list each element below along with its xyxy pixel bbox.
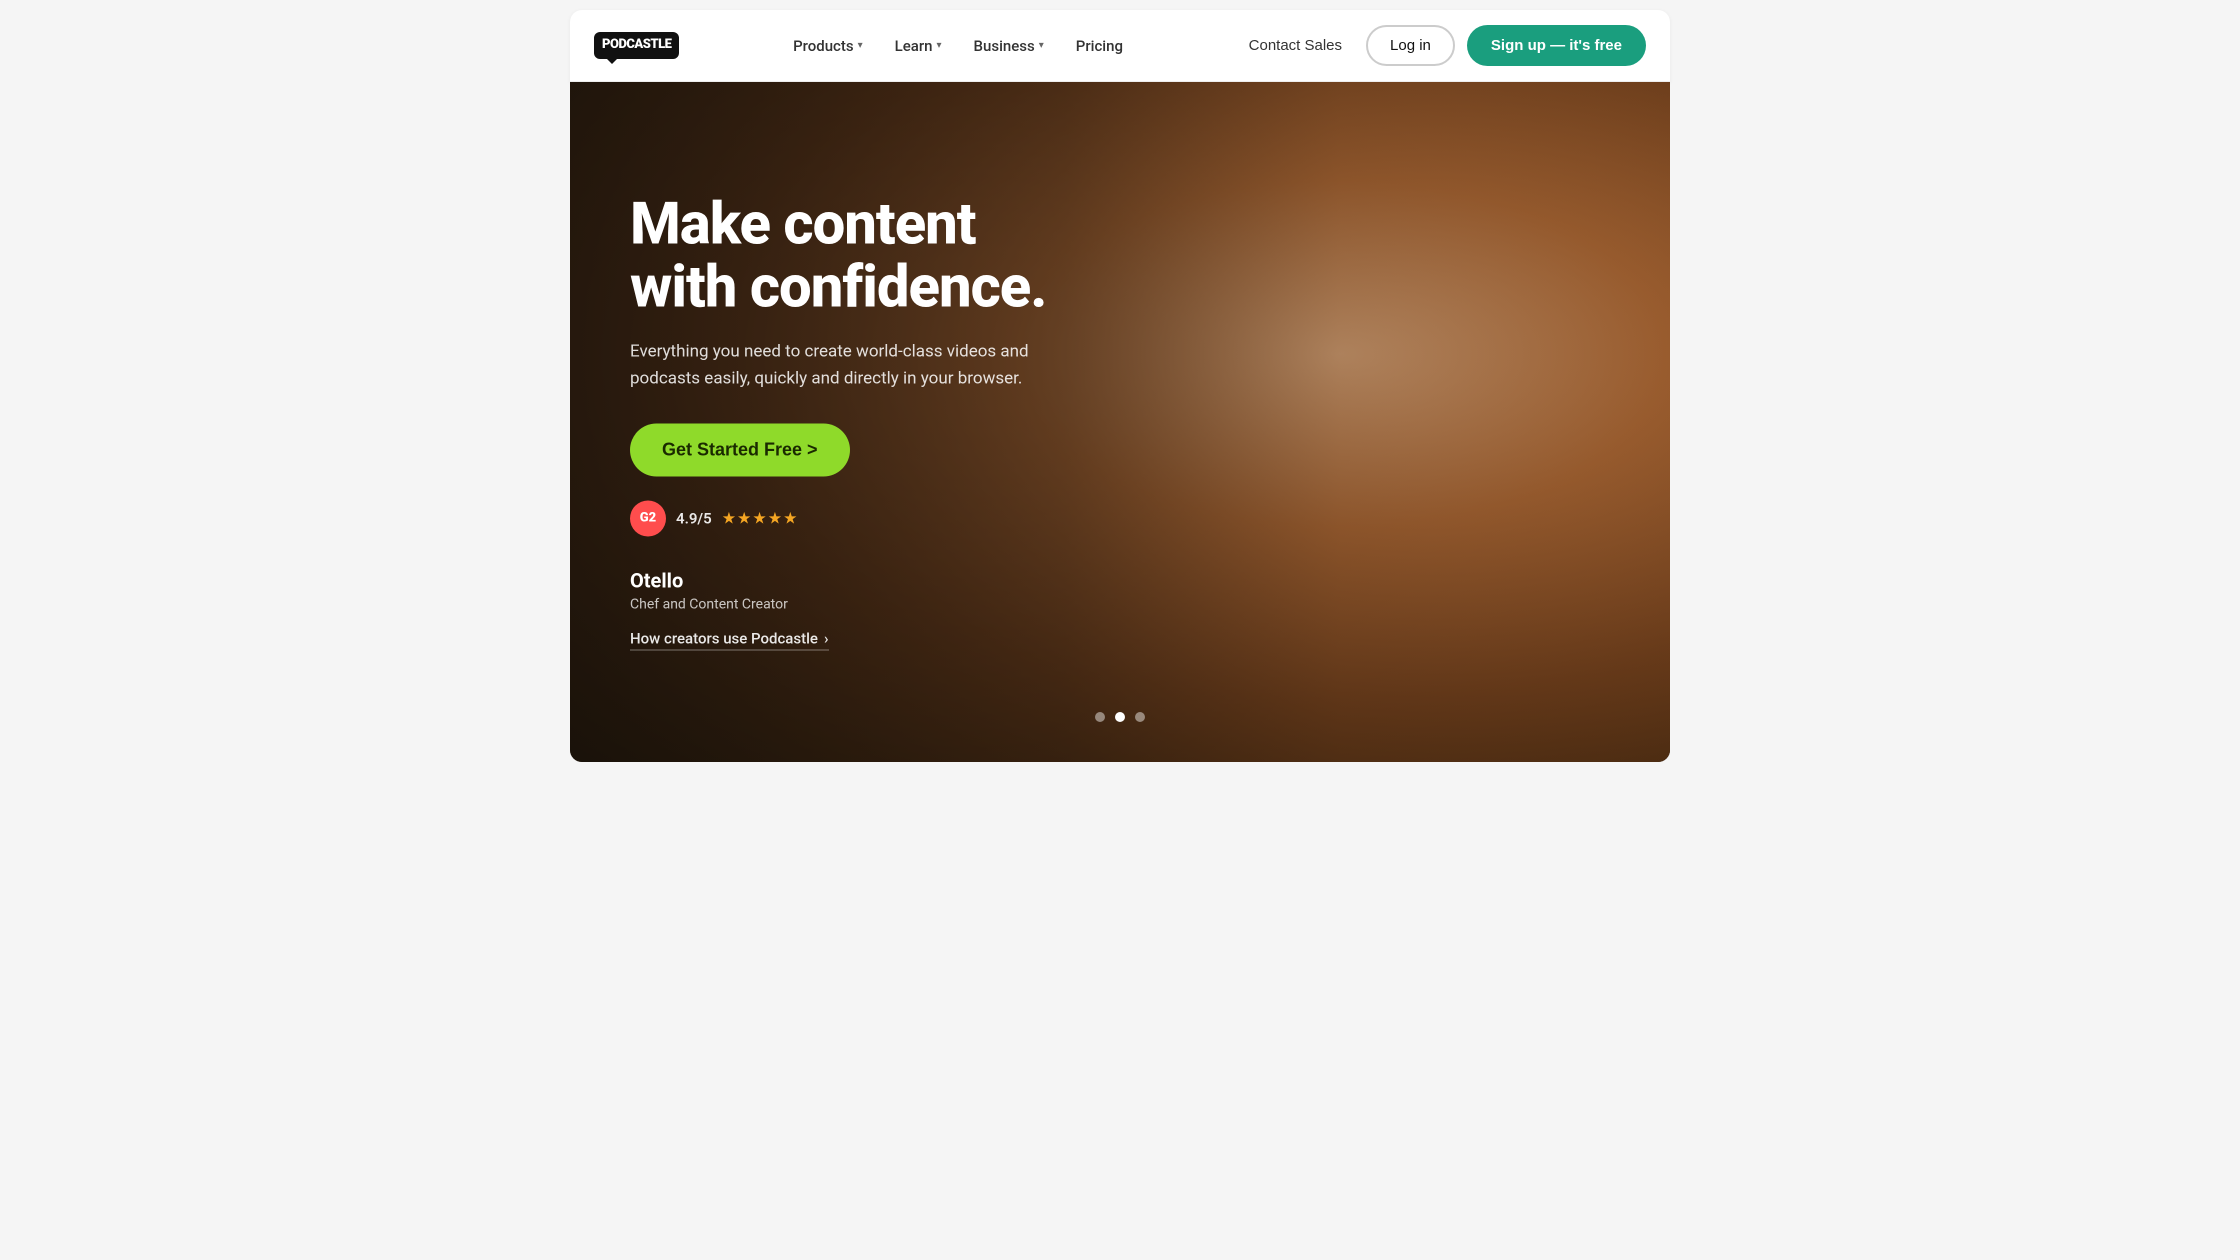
logo[interactable]: PODCASTLE [594, 32, 679, 58]
nav-label-pricing: Pricing [1076, 37, 1123, 55]
signup-button[interactable]: Sign up — it's free [1467, 25, 1646, 66]
nav-actions: Contact Sales Log in Sign up — it's free [1237, 25, 1646, 66]
nav-link-business[interactable]: Business ▾ [960, 29, 1058, 63]
chevron-down-icon: ▾ [1039, 40, 1044, 51]
chevron-down-icon: ▾ [858, 40, 863, 51]
rating-score: 4.9/5 [676, 509, 712, 527]
logo-text: PODCASTLE [602, 37, 671, 52]
nav-label-learn: Learn [895, 37, 933, 55]
arrow-right-icon: › [824, 629, 829, 647]
creators-link[interactable]: How creators use Podcastle › [630, 629, 829, 650]
chevron-down-icon: ▾ [937, 40, 942, 51]
creators-link-text: How creators use Podcastle [630, 629, 818, 647]
nav-item-products[interactable]: Products ▾ [779, 29, 877, 63]
testimonial-role: Chef and Content Creator [630, 596, 1070, 612]
hero-headline: Make content with confidence. [630, 194, 1070, 319]
rating-row: G2 4.9/5 ★★★★★ [630, 500, 1070, 536]
carousel-dot-1[interactable] [1095, 712, 1105, 722]
contact-sales-button[interactable]: Contact Sales [1237, 29, 1354, 62]
hero-headline-line2: with confidence. [630, 253, 1046, 321]
hero-headline-line1: Make content [630, 191, 976, 259]
nav-label-products: Products [793, 37, 854, 55]
get-started-button[interactable]: Get Started Free > [630, 423, 850, 476]
nav-menu: Products ▾ Learn ▾ Business ▾ Pricing [779, 29, 1137, 63]
carousel-dot-3[interactable] [1135, 712, 1145, 722]
nav-item-learn[interactable]: Learn ▾ [881, 29, 956, 63]
testimonial-name: Otello [630, 568, 1070, 592]
hero-content: Make content with confidence. Everything… [630, 194, 1070, 651]
nav-link-pricing[interactable]: Pricing [1062, 29, 1137, 63]
navigation: PODCASTLE Products ▾ Learn ▾ Business ▾ … [570, 10, 1670, 82]
logo-mark: PODCASTLE [594, 32, 679, 58]
g2-label: G2 [640, 511, 656, 526]
carousel-dots [1095, 712, 1145, 722]
nav-item-pricing[interactable]: Pricing [1062, 29, 1137, 63]
nav-link-products[interactable]: Products ▾ [779, 29, 877, 63]
hero-section: Make content with confidence. Everything… [570, 82, 1670, 762]
carousel-dot-2[interactable] [1115, 712, 1125, 722]
nav-item-business[interactable]: Business ▾ [960, 29, 1058, 63]
hero-subtext: Everything you need to create world-clas… [630, 339, 1070, 392]
nav-label-business: Business [974, 37, 1035, 55]
rating-stars: ★★★★★ [722, 509, 799, 528]
g2-badge: G2 [630, 500, 666, 536]
nav-link-learn[interactable]: Learn ▾ [881, 29, 956, 63]
login-button[interactable]: Log in [1366, 25, 1455, 66]
